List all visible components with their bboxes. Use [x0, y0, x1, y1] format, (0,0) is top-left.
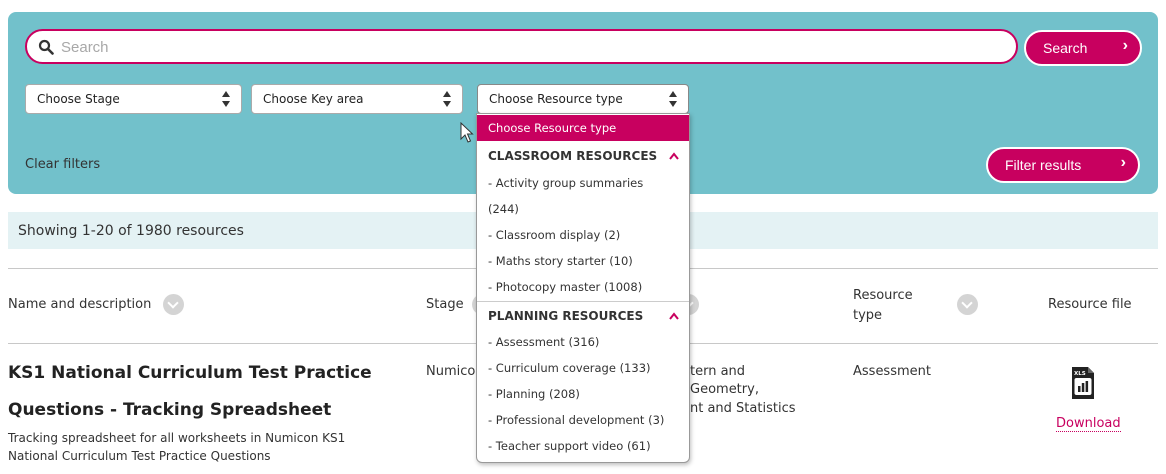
key-area-select-value: Choose Key area: [263, 92, 364, 106]
header-file: Resource file: [1048, 297, 1132, 312]
chevron-up-icon: [669, 312, 679, 320]
resource-title-line1[interactable]: KS1 National Curriculum Test Practice: [8, 363, 372, 383]
resource-type-dropdown: Choose Resource type CLASSROOM RESOURCES…: [476, 113, 690, 463]
chevron-right-icon: ›: [1122, 37, 1128, 54]
sort-chevron-icon[interactable]: [163, 294, 184, 315]
dropdown-option[interactable]: - Curriculum coverage (133): [477, 355, 689, 381]
dropdown-option[interactable]: - Planning (208): [477, 381, 689, 407]
resource-type: Assessment: [853, 364, 931, 379]
dropdown-option[interactable]: - Activity group summaries: [477, 170, 689, 196]
dropdown-group-label: PLANNING RESOURCES: [488, 309, 644, 323]
download-link[interactable]: Download: [1056, 416, 1121, 432]
select-arrows-icon: [669, 91, 677, 107]
select-arrows-icon: [222, 91, 230, 107]
chevron-right-icon: ›: [1120, 154, 1126, 171]
dropdown-divider: [477, 301, 689, 302]
resource-stage: Numico: [426, 364, 476, 379]
dropdown-option[interactable]: - Teacher support video (61): [477, 433, 689, 459]
filter-results-label: Filter results: [1005, 157, 1082, 173]
dropdown-option[interactable]: - Professional development (3): [477, 407, 689, 433]
resource-title-line2[interactable]: Questions - Tracking Spreadsheet: [8, 400, 331, 420]
sort-chevron-icon[interactable]: [957, 294, 978, 315]
dropdown-group-label: CLASSROOM RESOURCES: [488, 149, 658, 163]
dropdown-option[interactable]: - Photocopy master (1008): [477, 274, 689, 300]
dropdown-group-classroom[interactable]: CLASSROOM RESOURCES: [477, 143, 689, 169]
header-name: Name and description: [8, 297, 152, 312]
dropdown-option[interactable]: - Maths story starter (10): [477, 248, 689, 274]
header-type-line2: type: [853, 308, 883, 323]
dropdown-option[interactable]: (244): [477, 196, 689, 222]
xls-file-icon[interactable]: XLS: [1071, 366, 1095, 400]
dropdown-group-planning[interactable]: PLANNING RESOURCES: [477, 303, 689, 329]
resource-type-select-value: Choose Resource type: [489, 92, 623, 106]
mouse-pointer-icon: [460, 122, 474, 143]
resource-key-area-line2: Geometry,: [690, 382, 759, 397]
results-summary: Showing 1-20 of 1980 resources: [18, 223, 244, 239]
search-field[interactable]: [61, 37, 961, 57]
resource-description: Tracking spreadsheet for all worksheets …: [8, 429, 408, 465]
search-icon: [38, 39, 54, 55]
dropdown-option-selected[interactable]: Choose Resource type: [477, 115, 689, 141]
dropdown-option[interactable]: - Assessment (316): [477, 329, 689, 355]
resource-key-area-line1: tern and: [690, 364, 746, 379]
resource-description-line1: Tracking spreadsheet for all worksheets …: [8, 431, 346, 445]
stage-select[interactable]: Choose Stage: [25, 84, 242, 114]
header-type-line1: Resource: [853, 288, 913, 303]
search-input[interactable]: [25, 29, 1018, 64]
chevron-up-icon: [669, 152, 679, 160]
clear-filters-link[interactable]: Clear filters: [25, 157, 100, 172]
stage-select-value: Choose Stage: [37, 92, 120, 106]
xls-badge: XLS: [1074, 371, 1086, 377]
search-button[interactable]: Search ›: [1024, 30, 1142, 66]
dropdown-option[interactable]: - Classroom display (2): [477, 222, 689, 248]
filter-results-button[interactable]: Filter results ›: [986, 147, 1140, 183]
resource-key-area-line3: nt and Statistics: [690, 401, 796, 416]
select-arrows-icon: [443, 91, 451, 107]
resource-type-select[interactable]: Choose Resource type: [477, 84, 689, 114]
header-stage: Stage: [426, 297, 464, 312]
search-button-label: Search: [1043, 40, 1088, 56]
resource-description-line2: National Curriculum Test Practice Questi…: [8, 449, 271, 463]
key-area-select[interactable]: Choose Key area: [251, 84, 463, 114]
